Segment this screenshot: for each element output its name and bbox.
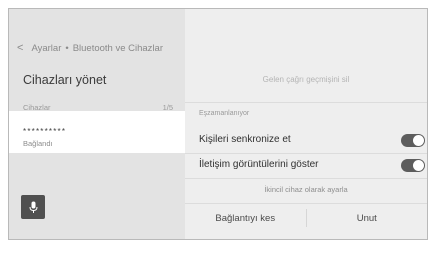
divider: [185, 102, 427, 103]
divider: [185, 178, 427, 179]
toggle-knob: [413, 135, 424, 146]
sync-contacts-label: Kişileri senkronize et: [199, 134, 291, 145]
page-title: Cihazları yönet: [23, 73, 107, 87]
sync-contacts-row[interactable]: Kişileri senkronize et: [185, 129, 427, 153]
breadcrumb-item-bluetooth[interactable]: Bluetooth ve Cihazlar: [73, 43, 163, 54]
device-list-item[interactable]: ********** Bağlandı: [9, 111, 185, 153]
back-chevron-icon[interactable]: <: [17, 42, 23, 54]
device-detail-panel: Gelen çağrı geçmişini sil Eşzamanlanıyor…: [185, 9, 427, 239]
device-name: **********: [23, 127, 67, 136]
sidebar: < Ayarlar • Bluetooth ve Cihazlar Cihazl…: [9, 9, 185, 239]
sync-section-label: Eşzamanlanıyor: [199, 110, 250, 117]
device-status: Bağlandı: [23, 139, 53, 148]
show-contact-images-row[interactable]: İletişim görüntülerini göster: [185, 154, 427, 178]
disconnect-button[interactable]: Bağlantıyı kes: [185, 203, 306, 233]
breadcrumb-separator: •: [65, 42, 69, 54]
action-buttons: Bağlantıyı kes Unut: [185, 203, 427, 233]
forget-button[interactable]: Unut: [307, 203, 428, 233]
voice-command-button[interactable]: [21, 195, 45, 219]
microphone-icon: [29, 201, 37, 213]
breadcrumb-item-settings[interactable]: Ayarlar: [31, 43, 61, 54]
screen-frame: < Ayarlar • Bluetooth ve Cihazlar Cihazl…: [8, 8, 428, 240]
breadcrumb: < Ayarlar • Bluetooth ve Cihazlar: [17, 41, 163, 55]
sync-contacts-toggle[interactable]: [401, 134, 425, 147]
show-contact-images-toggle[interactable]: [401, 159, 425, 172]
toggle-knob: [413, 160, 424, 171]
show-contact-images-label: İletişim görüntülerini göster: [199, 159, 319, 170]
clear-call-history-button[interactable]: Gelen çağrı geçmişini sil: [199, 65, 413, 93]
set-secondary-device-button[interactable]: İkincil cihaz olarak ayarla: [199, 181, 413, 197]
